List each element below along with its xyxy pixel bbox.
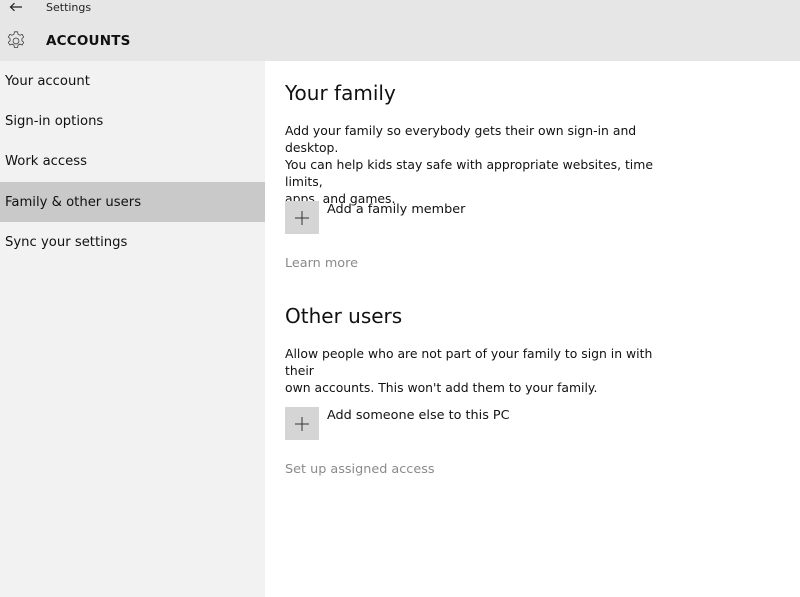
description-line: Add your family so everybody gets their … — [285, 123, 637, 155]
content-pane: Your family Add your family so everybody… — [265, 61, 800, 597]
gear-icon — [7, 31, 25, 48]
sidebar-item-label: Sync your settings — [5, 234, 128, 250]
sidebar-item-work-access[interactable]: Work access — [0, 141, 265, 181]
sidebar-item-sign-in-options[interactable]: Sign-in options — [0, 101, 265, 141]
sidebar-item-label: Your account — [5, 73, 90, 89]
sidebar-item-label: Work access — [5, 153, 88, 169]
family-heading: Your family — [285, 81, 396, 105]
add-someone-else-button[interactable] — [285, 407, 319, 440]
section-title: ACCOUNTS — [46, 33, 131, 49]
sidebar-item-label: Sign-in options — [5, 113, 104, 129]
add-family-member-label[interactable]: Add a family member — [327, 202, 465, 217]
sidebar-item-family-other-users[interactable]: Family & other users — [0, 182, 265, 222]
description-line: Allow people who are not part of your fa… — [285, 346, 653, 378]
back-button[interactable] — [6, 0, 26, 14]
plus-icon — [295, 416, 309, 431]
add-family-member-button[interactable] — [285, 201, 319, 234]
learn-more-link[interactable]: Learn more — [285, 256, 358, 271]
back-arrow-icon — [9, 2, 22, 12]
sidebar-item-label: Family & other users — [5, 194, 142, 210]
title-bar: Settings ACCOUNTS — [0, 0, 800, 61]
other-users-description: Allow people who are not part of your fa… — [285, 345, 665, 396]
description-line: own accounts. This won't add them to you… — [285, 380, 598, 395]
plus-icon — [295, 210, 309, 225]
sidebar-item-sync-settings[interactable]: Sync your settings — [0, 222, 265, 262]
add-someone-else-label[interactable]: Add someone else to this PC — [327, 408, 510, 423]
set-up-assigned-access-link[interactable]: Set up assigned access — [285, 462, 435, 477]
window-title: Settings — [46, 1, 92, 14]
family-description: Add your family so everybody gets their … — [285, 122, 665, 207]
sidebar: Your account Sign-in options Work access… — [0, 61, 265, 597]
sidebar-item-your-account[interactable]: Your account — [0, 61, 265, 101]
other-users-heading: Other users — [285, 304, 403, 328]
description-line: You can help kids stay safe with appropr… — [285, 157, 653, 189]
